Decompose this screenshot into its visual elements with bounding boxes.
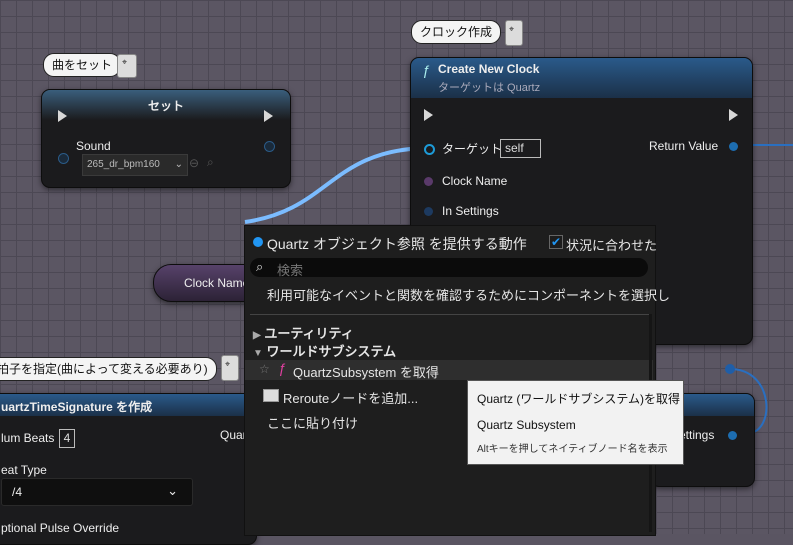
- browse-back-icon[interactable]: ⊖: [189, 156, 199, 170]
- reroute-node-icon: [263, 389, 279, 402]
- menu-item-get-label: QuartzSubsystem を取得: [293, 365, 439, 380]
- search-icon: ⌕: [256, 259, 264, 274]
- set-node[interactable]: セット Sound 265_dr_bpm160 ⌄ ⊖ ⌕: [41, 89, 291, 188]
- chevron-down-icon: ⌄: [174, 159, 183, 170]
- category-utility-label: ユーティリティ: [264, 326, 354, 341]
- target-pin[interactable]: [424, 144, 435, 155]
- comment-pin-frame-2: ⌖: [505, 20, 523, 46]
- beat-type-label: eat Type: [1, 463, 47, 477]
- set-node-title: セット: [147, 99, 184, 113]
- menu-divider: [250, 314, 650, 315]
- exec-out-pin[interactable]: [264, 110, 273, 122]
- beat-type-value: /4: [12, 485, 23, 499]
- search-field[interactable]: ⌕ 検索: [250, 258, 648, 278]
- tooltip-line2: Quartz Subsystem: [477, 418, 576, 432]
- category-world-label: ワールドサブシステム: [266, 344, 397, 359]
- return-value-pin[interactable]: [729, 142, 738, 151]
- context-sensitive-label: 状況に合わせた: [566, 238, 658, 253]
- time-sig-title: uartzTimeSignature を作成: [1, 400, 153, 414]
- sound-dropdown[interactable]: 265_dr_bpm160 ⌄: [82, 154, 188, 176]
- tooltip: Quartz (ワールドサブシステム)を取得 Quartz Subsystem …: [467, 380, 684, 465]
- set-node-header: セット: [42, 90, 290, 120]
- sound-label: Sound: [76, 139, 111, 153]
- sound-out-pin[interactable]: [264, 141, 275, 152]
- clock-name-pin[interactable]: [424, 177, 433, 186]
- settings-label: ettings: [679, 428, 715, 442]
- exec-in-pin[interactable]: [58, 110, 67, 122]
- return-value-label: Return Value: [649, 139, 719, 153]
- exec-in-pin[interactable]: [424, 109, 433, 121]
- chevron-down-icon: ▼: [253, 348, 263, 359]
- comment-set-song[interactable]: 曲をセット: [43, 53, 122, 77]
- clock-name-label: Clock Name: [442, 174, 508, 188]
- object-type-dot-icon: [253, 237, 263, 247]
- time-sig-header: uartzTimeSignature を作成: [0, 394, 256, 416]
- context-sensitive-checkbox[interactable]: ✔: [549, 235, 563, 249]
- pin-icon[interactable]: ⌖: [122, 57, 132, 69]
- time-signature-node[interactable]: uartzTimeSignature を作成 lum Beats 4 Quar …: [0, 393, 257, 545]
- pin-icon[interactable]: ⌖: [509, 24, 519, 36]
- reroute-knot: [725, 364, 735, 374]
- quartz-output-label: Quar: [220, 428, 247, 442]
- category-world-subsystem[interactable]: ▼ ワールドサブシステム: [253, 341, 663, 360]
- clock-name-var-label: Clock Name: [184, 276, 250, 290]
- sound-pin[interactable]: [58, 153, 69, 164]
- category-utility[interactable]: ▶ ユーティリティ: [253, 323, 663, 342]
- function-icon: ƒ: [422, 62, 430, 78]
- comment-time-signature[interactable]: 拍子を指定(曲によって変える必要あり): [0, 357, 217, 381]
- menu-item-get-subsystem[interactable]: ☆ ƒ QuartzSubsystem を取得: [245, 360, 653, 380]
- clock-node-header: ƒ Create New Clock ターゲットは Quartz: [411, 58, 752, 98]
- tooltip-line1: Quartz (ワールドサブシステム)を取得: [477, 392, 680, 406]
- comment-pin-frame: ⌖: [117, 54, 137, 78]
- star-icon[interactable]: ☆: [259, 362, 270, 376]
- menu-info-text: 利用可能なイベントと関数を確認するためにコンポーネントを選択し: [267, 288, 671, 303]
- search-placeholder: 検索: [277, 263, 304, 278]
- sound-value: 265_dr_bpm160: [87, 159, 160, 170]
- search-icon[interactable]: ⌕: [207, 155, 214, 170]
- chevron-down-icon: ⌄: [167, 483, 178, 498]
- in-settings-pin[interactable]: [424, 207, 433, 216]
- settings-out-pin[interactable]: [728, 431, 737, 440]
- in-settings-label: In Settings: [442, 204, 499, 218]
- tooltip-line3: Altキーを押してネイティブノード名を表示: [477, 444, 668, 455]
- pulse-override-label: ptional Pulse Override: [1, 521, 120, 535]
- pin-icon[interactable]: ⌖: [225, 359, 235, 371]
- exec-out-pin[interactable]: [729, 109, 738, 121]
- comment-pin-frame-3: ⌖: [221, 355, 239, 381]
- clock-node-subtitle: ターゲットは Quartz: [438, 82, 541, 94]
- beat-type-dropdown[interactable]: /4 ⌄: [1, 478, 193, 506]
- function-icon: ƒ: [278, 360, 286, 376]
- chevron-right-icon: ▶: [253, 330, 261, 341]
- comment-create-clock[interactable]: クロック作成: [411, 20, 502, 44]
- clock-node-title: Create New Clock: [438, 62, 540, 76]
- num-beats-field[interactable]: 4: [59, 429, 75, 448]
- target-self-field[interactable]: self: [500, 139, 541, 158]
- num-beats-label: lum Beats: [1, 431, 55, 445]
- target-label: ターゲット: [442, 142, 503, 156]
